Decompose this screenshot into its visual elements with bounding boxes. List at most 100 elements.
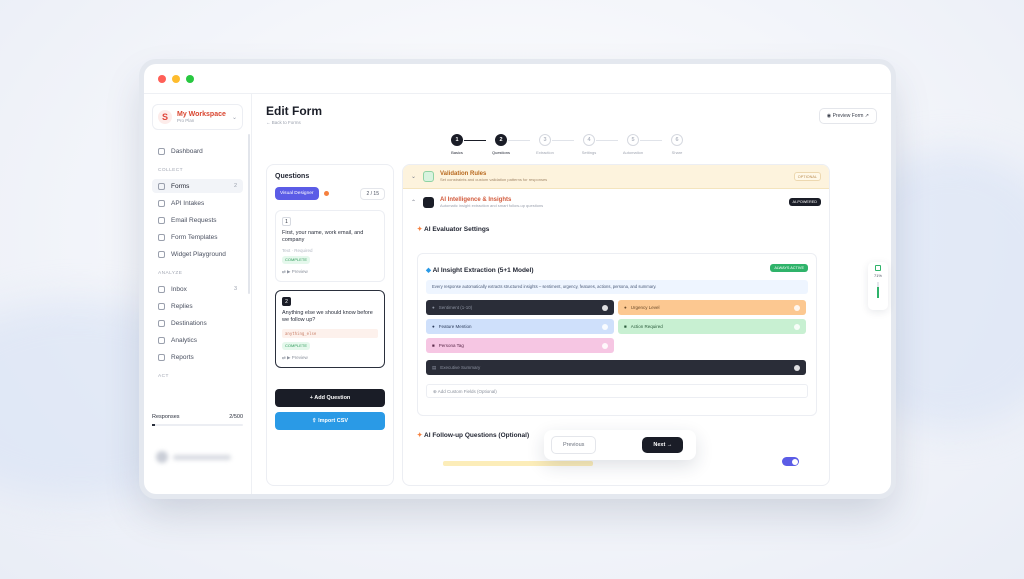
question-key: anything_else bbox=[282, 328, 378, 338]
step-questions[interactable]: 2 Questions bbox=[486, 134, 516, 155]
check-icon bbox=[602, 323, 608, 330]
preview-form-button[interactable]: ◉ Preview Form ↗ bbox=[818, 108, 877, 124]
previous-button[interactable]: Previous bbox=[551, 436, 597, 454]
sidebar-item-label: Analytics bbox=[171, 336, 198, 344]
check-icon bbox=[794, 304, 800, 311]
field-icon: ● bbox=[624, 305, 627, 310]
sidebar-item-form-templates[interactable]: Form Templates bbox=[152, 230, 243, 244]
status-badge: COMPLETE bbox=[282, 255, 311, 264]
field-urgency[interactable]: ● Urgency Level bbox=[618, 300, 806, 315]
external-link-icon: ↗ bbox=[864, 113, 869, 119]
sidebar-item-inbox[interactable]: Inbox 3 bbox=[152, 282, 243, 296]
sidebar-item-replies[interactable]: Replies bbox=[152, 299, 243, 313]
stepper: 1 Basics 2 Questions 3 Extraction 4 Settings… bbox=[442, 134, 683, 158]
status-badge: COMPLETE bbox=[282, 341, 311, 350]
sidebar-item-label: Replies bbox=[171, 302, 193, 310]
sidebar-item-reports[interactable]: Reports bbox=[152, 350, 243, 364]
sidebar-scrollbar[interactable] bbox=[248, 134, 250, 294]
ai-intelligence-row[interactable]: ⌃ AI Intelligence & Insights Automatic i… bbox=[403, 189, 829, 215]
questions-title: Questions bbox=[275, 173, 310, 180]
step-automation[interactable]: 5 Automation bbox=[618, 134, 648, 155]
sidebar-item-label: Widget Playground bbox=[171, 250, 226, 258]
responses-label: Responses bbox=[152, 414, 180, 420]
eye-icon: ◉ bbox=[826, 113, 832, 119]
extraction-info: Every response automatically extracts st… bbox=[426, 280, 808, 294]
check-icon bbox=[602, 304, 608, 311]
page-title: Edit Form bbox=[266, 104, 322, 118]
field-executive-summary[interactable]: ▤ Executive Summary bbox=[426, 360, 806, 375]
sidebar-item-analytics[interactable]: Analytics bbox=[152, 333, 243, 347]
template-icon bbox=[158, 233, 165, 241]
add-question-button[interactable]: + Add Question bbox=[275, 389, 385, 407]
app-window: S My Workspace Pro Plan ⌄ Dashboard COLL… bbox=[144, 64, 891, 494]
main-area: Edit Form ← Back to Forms ◉ Preview Form… bbox=[252, 94, 891, 494]
visual-designer-button[interactable]: Visual Designer bbox=[275, 187, 319, 200]
sidebar-item-label: Inbox bbox=[171, 285, 187, 293]
report-icon bbox=[158, 353, 165, 361]
field-icon: ■ bbox=[624, 324, 627, 329]
sparkle-icon: ✦ bbox=[417, 226, 423, 233]
check-icon bbox=[602, 342, 608, 349]
step-settings[interactable]: 4 Settings bbox=[574, 134, 604, 155]
field-action-required[interactable]: ■ Action Required bbox=[618, 319, 806, 334]
question-number: 1 bbox=[282, 217, 291, 226]
widget-icon bbox=[158, 250, 165, 258]
sidebar-item-destinations[interactable]: Destinations bbox=[152, 316, 243, 330]
back-to-forms-link[interactable]: ← Back to Forms bbox=[266, 120, 301, 125]
questions-panel: Questions Visual Designer 2 / 15 1 First… bbox=[266, 164, 394, 486]
progress-bar bbox=[877, 282, 879, 298]
field-feature-mention[interactable]: ● Feature Mention bbox=[426, 319, 614, 334]
forms-icon bbox=[158, 182, 165, 190]
sidebar-item-dashboard[interactable]: Dashboard bbox=[152, 144, 243, 158]
section-label-act: ACT bbox=[158, 374, 169, 379]
optional-badge: OPTIONAL bbox=[793, 172, 821, 181]
validation-rules-row[interactable]: ⌄ Validation Rules Set constraints and c… bbox=[403, 165, 829, 189]
evaluator-heading: ✦ AI Evaluator Settings bbox=[417, 226, 490, 233]
extraction-title: ◆ AI Insight Extraction (5+1 Model) bbox=[426, 267, 534, 274]
step-extraction[interactable]: 3 Extraction bbox=[530, 134, 560, 155]
step-navigation: Previous Next → bbox=[544, 430, 696, 460]
add-custom-fields-button[interactable]: ⊕ Add Custom Fields (Optional) bbox=[426, 384, 808, 398]
progress-icon bbox=[875, 265, 881, 271]
question-card[interactable]: 2 Anything else we should know before we… bbox=[275, 289, 385, 368]
always-active-badge: ALWAYS ACTIVE bbox=[770, 264, 808, 272]
status-dot bbox=[323, 191, 329, 196]
sidebar-item-api-intakes[interactable]: API Intakes bbox=[152, 196, 243, 210]
responses-progress-bar bbox=[152, 424, 243, 426]
field-icon: ▤ bbox=[432, 364, 437, 370]
next-button[interactable]: Next → bbox=[642, 437, 684, 453]
maximize-window-icon[interactable] bbox=[186, 74, 194, 83]
window-titlebar bbox=[144, 64, 891, 94]
sidebar-item-forms[interactable]: Forms 2 bbox=[152, 179, 243, 193]
nav-count: 2 bbox=[233, 183, 237, 189]
question-text: First, your name, work email, and compan… bbox=[282, 230, 364, 244]
question-number: 2 bbox=[282, 296, 291, 306]
step-basics[interactable]: 1 Basics bbox=[442, 134, 472, 155]
insight-extraction-box: ◆ AI Insight Extraction (5+1 Model) ALWA… bbox=[417, 253, 817, 416]
followup-toggle[interactable] bbox=[782, 457, 799, 466]
user-profile[interactable] bbox=[156, 450, 240, 464]
destination-icon bbox=[158, 319, 165, 327]
preview-link[interactable]: ⇄ ▶ Preview bbox=[282, 269, 378, 275]
workspace-plan: Pro Plan bbox=[177, 118, 195, 123]
sidebar-item-widget-playground[interactable]: Widget Playground bbox=[152, 247, 243, 261]
sidebar-item-label: Form Templates bbox=[171, 233, 218, 241]
workspace-switcher[interactable]: S My Workspace Pro Plan ⌄ bbox=[152, 104, 243, 130]
close-window-icon[interactable] bbox=[158, 74, 166, 83]
import-csv-button[interactable]: ⇧ Import CSV bbox=[275, 412, 385, 430]
preview-link[interactable]: ⇄ ▶ Preview bbox=[282, 355, 378, 361]
inbox-icon bbox=[158, 285, 165, 293]
chevron-down-icon: ⌄ bbox=[411, 174, 417, 180]
field-persona-tag[interactable]: ■ Persona Tag bbox=[426, 338, 614, 353]
responses-value: 2/500 bbox=[229, 414, 243, 420]
minimize-window-icon[interactable] bbox=[172, 74, 180, 83]
step-share[interactable]: 6 Share bbox=[662, 134, 692, 155]
question-card[interactable]: 1 First, your name, work email, and comp… bbox=[275, 210, 385, 282]
sidebar-item-email-requests[interactable]: Email Requests bbox=[152, 213, 243, 227]
analytics-icon bbox=[158, 336, 165, 344]
sidebar-item-label: API Intakes bbox=[171, 199, 205, 207]
ai-subtitle: Automatic insight extraction and smart f… bbox=[440, 202, 544, 208]
field-sentiment[interactable]: ● Sentiment (1-10) bbox=[426, 300, 614, 315]
validation-subtitle: Set constraints and custom validation pa… bbox=[440, 177, 548, 182]
sidebar-item-label: Forms bbox=[171, 182, 190, 190]
